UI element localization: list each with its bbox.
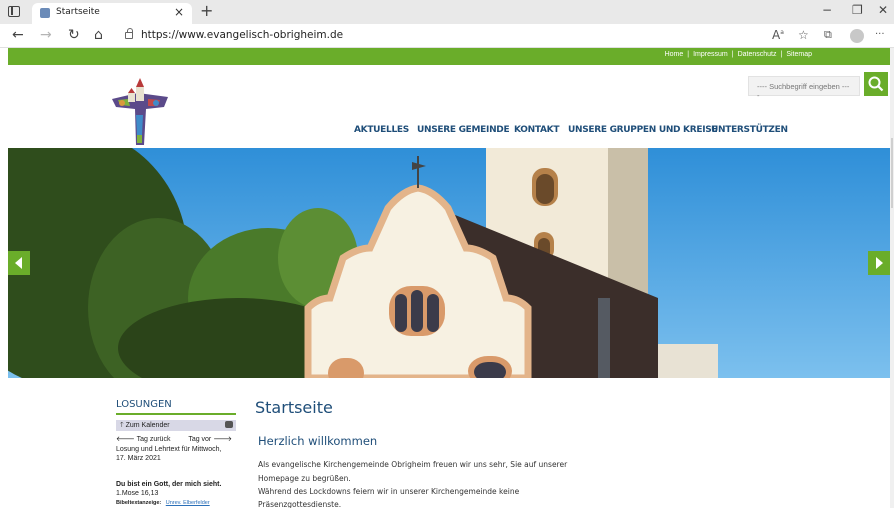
reload-button[interactable]: ↻ (68, 27, 80, 43)
slider-next-button[interactable] (868, 251, 890, 275)
welcome-heading: Herzlich willkommen (258, 434, 378, 448)
losungen-divider (116, 413, 236, 415)
losungen-reference: 1.Mose 16,13 (116, 490, 159, 497)
maximize-button[interactable]: ❐ (852, 3, 863, 17)
content-line-3: Während des Lockdowns feiern wir in unse… (258, 487, 520, 496)
hero-slider-image (8, 148, 892, 378)
losungen-title: LOSUNGEN (116, 399, 172, 410)
page-title: Startseite (255, 398, 333, 417)
calendar-link-label: Zum Kalender (125, 422, 170, 429)
address-bar: ← → ↻ ⌂ https://www.evangelisch-obrighei… (0, 24, 894, 48)
search-input[interactable]: ---- Suchbegriff eingeben ---- (748, 76, 860, 100)
tab-actions-icon[interactable] (8, 6, 20, 17)
top-link-sep: | (687, 51, 690, 58)
page-scrollbar[interactable] (890, 48, 894, 508)
favicon-icon (40, 8, 50, 18)
bible-label: Bibeltextanzeige: (116, 500, 162, 506)
content-line-4: Präsenzgottesdienste. (258, 500, 342, 508)
tab-title: Startseite (56, 7, 100, 17)
new-tab-button[interactable]: + (200, 1, 213, 20)
browser-tab-bar: Startseite × + − ❐ ✕ (0, 0, 894, 24)
more-icon[interactable]: ··· (875, 29, 885, 40)
nav-item-unsere-gemeinde[interactable]: UNSERE GEMEINDE (417, 125, 510, 135)
top-link-home[interactable]: Home (665, 51, 684, 58)
prev-day-label: Tag zurück (136, 436, 171, 443)
nav-item-gruppen-kreise[interactable]: UNSERE GRUPPEN UND KREISE (568, 125, 718, 135)
search-button[interactable] (864, 72, 888, 96)
losungen-bible-row: Bibeltextanzeige: Unrev. Elberfelder (116, 500, 236, 506)
close-window-button[interactable]: ✕ (878, 3, 888, 17)
prev-day-link[interactable]: 🡐 Tag zurück (116, 436, 170, 443)
content-line-2: Homepage zu begrüßen. (258, 474, 351, 483)
chevron-right-icon (876, 257, 883, 269)
slider-prev-button[interactable] (8, 251, 30, 275)
next-day-link[interactable]: Tag vor 🡒 (188, 434, 232, 443)
minimize-button[interactable]: − (822, 3, 832, 17)
next-day-label: Tag vor (188, 436, 212, 443)
top-links: Home | Impressum | Datenschutz | Sitemap (663, 51, 814, 58)
tab-close-icon[interactable]: × (174, 5, 184, 19)
losungen-verse: Du bist ein Gott, der mich sieht. (116, 481, 222, 488)
top-link-datenschutz[interactable]: Datenschutz (738, 51, 777, 58)
top-link-sitemap[interactable]: Sitemap (786, 51, 812, 58)
top-link-sep: | (780, 51, 783, 58)
profile-icon[interactable] (850, 29, 864, 43)
back-button[interactable]: ← (12, 27, 24, 43)
nav-item-unterstuetzen[interactable]: UNTERSTÜTZEN (711, 125, 788, 135)
browser-tab[interactable]: Startseite × (32, 3, 192, 24)
losungen-calendar-link[interactable]: 🡑 Zum Kalender (116, 420, 236, 431)
content-line-1: Als evangelische Kirchengemeinde Obrighe… (258, 460, 568, 469)
losungen-date-line2: 17. März 2021 (116, 455, 161, 462)
search-icon (868, 76, 884, 92)
site-logo[interactable] (108, 75, 172, 147)
top-link-impressum[interactable]: Impressum (693, 51, 728, 58)
home-button[interactable]: ⌂ (94, 27, 103, 43)
losungen-date-line1: Losung und Lehrtext für Mittwoch, (116, 446, 222, 453)
top-link-bar: Home | Impressum | Datenschutz | Sitemap (8, 48, 894, 65)
nav-item-kontakt[interactable]: KONTAKT (514, 125, 559, 135)
nav-item-aktuelles[interactable]: AKTUELLES (354, 125, 409, 135)
read-aloud-icon[interactable]: Aa (772, 28, 784, 42)
chevron-left-icon (15, 257, 22, 269)
collections-icon-glyph[interactable]: ⧉ (824, 28, 832, 42)
calendar-icon (225, 421, 233, 428)
url-field[interactable]: https://www.evangelisch-obrigheim.de (141, 29, 343, 41)
bible-version-link[interactable]: Unrev. Elberfelder (166, 500, 210, 506)
favorites-icon[interactable]: ☆ (798, 28, 809, 42)
forward-button[interactable]: → (40, 27, 52, 43)
lock-icon[interactable] (125, 28, 133, 39)
top-link-sep: | (731, 51, 734, 58)
losungen-day-nav: 🡐 Tag zurück Tag vor 🡒 (116, 434, 236, 443)
